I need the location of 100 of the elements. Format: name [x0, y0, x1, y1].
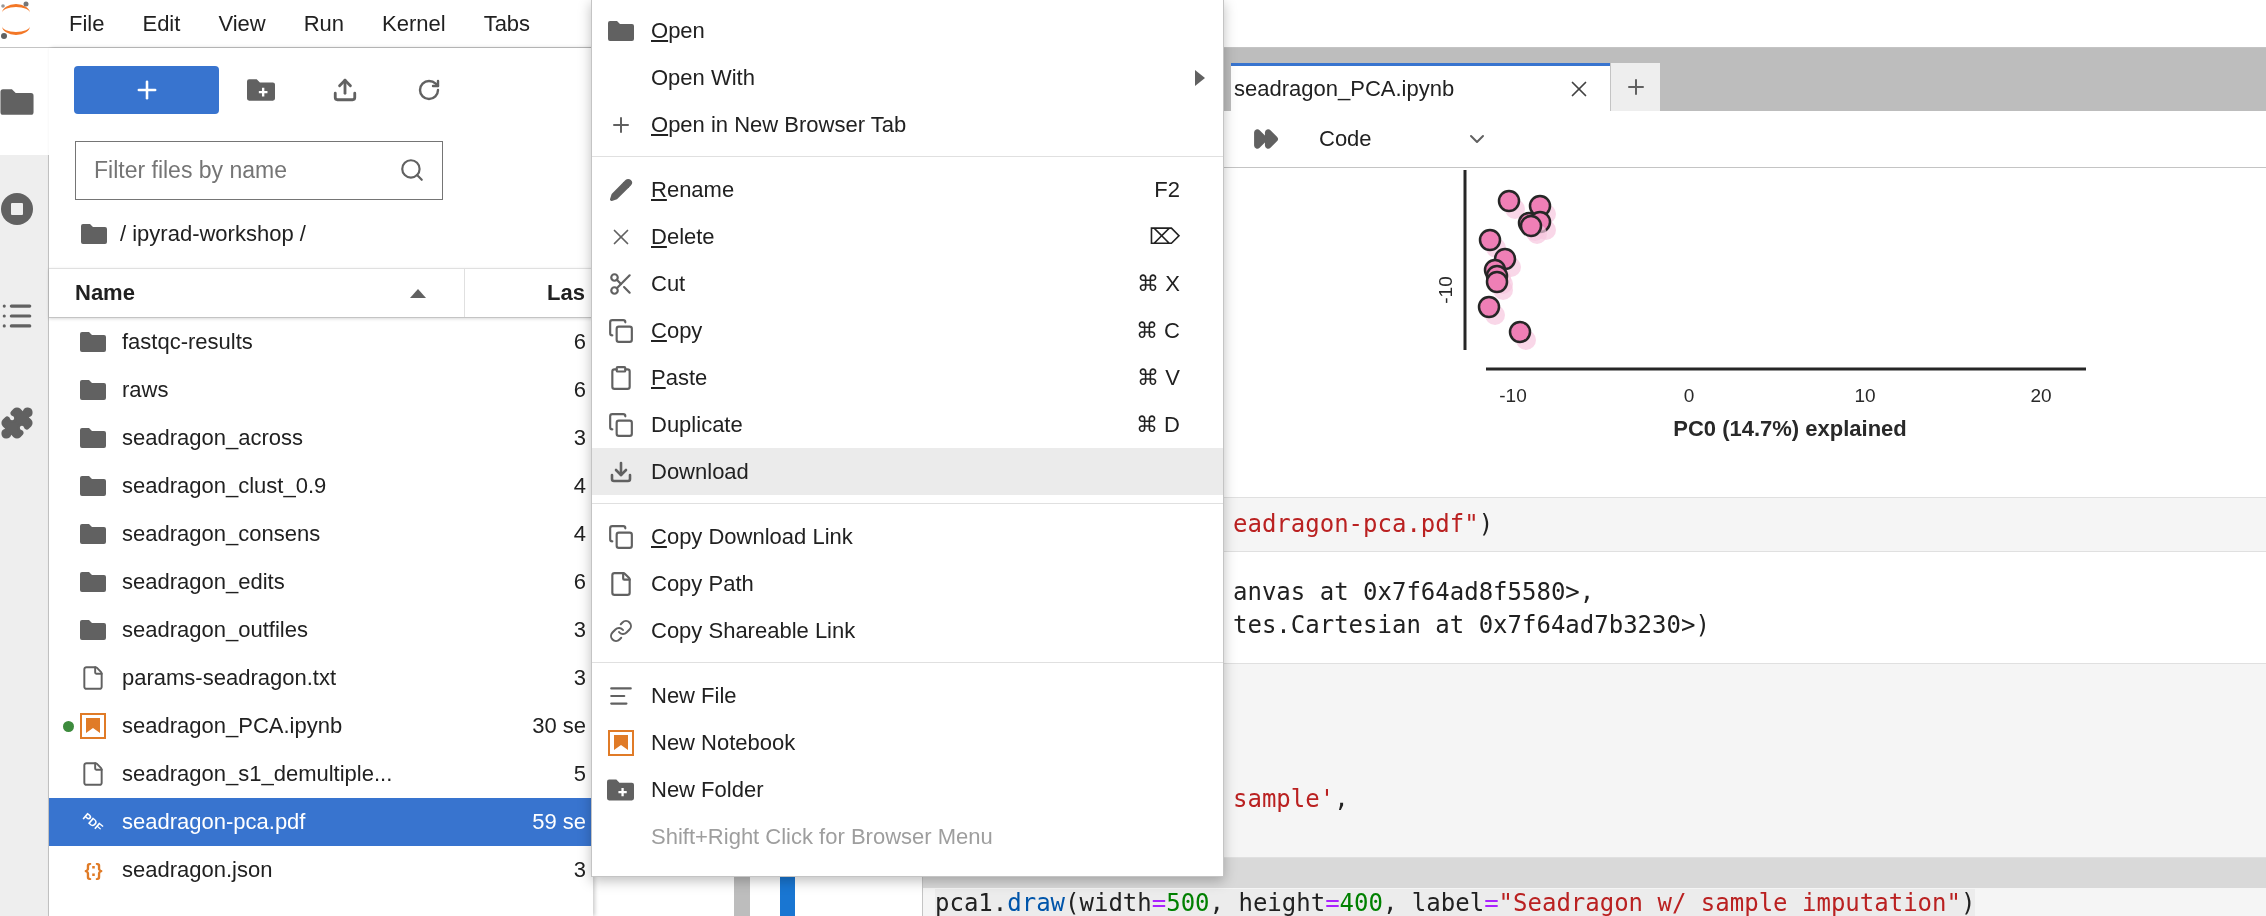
modified-time: 6 — [572, 329, 587, 355]
copy-icon — [607, 411, 634, 438]
link-icon — [608, 618, 633, 643]
column-header[interactable]: Name — [49, 269, 465, 317]
output-line: tes.Cartesian at 0x7f64ad7b3230>) — [1233, 610, 1711, 641]
file-row[interactable]: seadragon_consens 4 — [49, 510, 593, 558]
modified-time: 6 — [572, 377, 587, 403]
menu-item[interactable]: Open — [592, 7, 1223, 54]
file-row[interactable]: seadragon_PCA.ipynb 30 se — [49, 702, 593, 750]
file-row[interactable]: raws 6 — [49, 366, 593, 414]
copy-icon — [607, 523, 634, 550]
file-row[interactable]: seadragon_s1_demultiple... 5 — [49, 750, 593, 798]
search-icon — [399, 157, 425, 183]
folder-icon — [80, 331, 106, 353]
upload-icon — [332, 77, 358, 103]
folder-icon — [80, 427, 106, 449]
file-row[interactable]: PDF seadragon-pca.pdf 59 se — [49, 798, 593, 846]
menu-item[interactable]: Paste ⌘ V — [592, 354, 1223, 401]
shortcut-label: ⌦ — [1149, 223, 1180, 250]
shortcut-label: ⌘ D — [1136, 411, 1180, 438]
cell-type-dropdown[interactable]: Code — [1319, 126, 1489, 152]
menu-item[interactable]: New Folder — [592, 766, 1223, 813]
modified-time: 4 — [572, 521, 587, 547]
folder-icon — [607, 19, 634, 42]
modified-time: 3 — [572, 425, 587, 451]
shortcut-label: ⌘ V — [1137, 364, 1180, 391]
shortcut-label: ⌘ C — [1136, 317, 1180, 344]
menu-item[interactable]: Cut ⌘ X — [592, 260, 1223, 307]
code-line: eadragon-pca.pdf") — [1233, 509, 1495, 540]
column-header[interactable]: Las — [465, 269, 593, 317]
file-row[interactable]: seadragon_across 3 — [49, 414, 593, 462]
axis-tick-label: 20 — [2030, 385, 2052, 406]
file-icon — [80, 664, 106, 692]
logo-icon[interactable] — [0, 0, 32, 40]
download-icon — [608, 459, 633, 484]
menu-item[interactable]: Copy Shareable Link — [592, 607, 1223, 654]
menu-bar-item[interactable]: Kernel — [363, 10, 465, 37]
menu-item[interactable]: Open in New Browser Tab — [592, 101, 1223, 148]
modified-time: 4 — [572, 473, 587, 499]
shortcut-label: ⌘ X — [1137, 270, 1180, 297]
axis-tick-label: 0 — [1683, 385, 1695, 406]
modified-time: 59 se — [531, 809, 587, 835]
folder-icon — [81, 223, 107, 245]
menu-item[interactable]: Copy ⌘ C — [592, 307, 1223, 354]
refresh-icon — [417, 78, 441, 102]
file-row[interactable]: params-seadragon.txt 3 — [49, 654, 593, 702]
menu-item[interactable]: Copy Path — [592, 560, 1223, 607]
folder-icon — [80, 571, 106, 593]
scissors-icon — [607, 270, 634, 297]
folder-icon — [80, 523, 106, 545]
menu-item[interactable]: New File — [592, 672, 1223, 719]
modified-time: 3 — [572, 617, 587, 643]
modified-time: 3 — [572, 665, 587, 691]
pencil-icon — [608, 177, 633, 202]
menu-bar-item[interactable]: File — [50, 10, 124, 37]
new-tab-button[interactable] — [1610, 63, 1660, 111]
menu-item[interactable]: Rename F2 — [592, 166, 1223, 213]
folder-icon — [80, 475, 106, 497]
axis-tick-label: -10 — [1499, 385, 1527, 406]
menu-item[interactable]: Copy Download Link — [592, 513, 1223, 560]
menu-bar-item[interactable]: Run — [284, 10, 364, 37]
menu-bar-item[interactable]: Tabs — [464, 10, 550, 37]
new-folder-icon — [607, 777, 634, 802]
file-row[interactable]: fastqc-results 6 — [49, 318, 593, 366]
folder-icon — [80, 619, 106, 641]
menu-item[interactable]: Delete ⌦ — [592, 213, 1223, 260]
notebook-tab[interactable]: seadragon_PCA.ipynb — [1231, 63, 1610, 111]
pdf-icon: PDF — [80, 810, 106, 834]
menu-bar-item[interactable]: View — [199, 10, 285, 37]
code-line: sample', — [1233, 784, 1350, 815]
menu-item[interactable]: Open With — [592, 54, 1223, 101]
axis-tick-label: -10 — [1435, 276, 1456, 304]
file-row[interactable]: seadragon_clust_0.9 4 — [49, 462, 593, 510]
folder-icon — [0, 87, 34, 116]
run-all-icon[interactable] — [1253, 126, 1279, 152]
file-row[interactable]: {:} seadragon.json 3 — [49, 846, 593, 894]
shortcut-label: F2 — [1154, 176, 1180, 203]
json-icon: {:} — [84, 859, 102, 881]
stop-icon — [0, 191, 34, 226]
modified-time: 6 — [572, 569, 587, 595]
menu-item[interactable]: Download — [592, 448, 1223, 495]
modified-time: 5 — [572, 761, 587, 787]
modified-time: 30 se — [531, 713, 587, 739]
notebook-icon — [607, 729, 634, 756]
file-row[interactable]: seadragon_edits 6 — [49, 558, 593, 606]
breadcrumb-path[interactable]: / ipyrad-workshop / — [120, 221, 306, 247]
menu-item[interactable]: Duplicate ⌘ D — [592, 401, 1223, 448]
new-folder-icon — [247, 78, 275, 102]
modified-time: 3 — [572, 857, 587, 883]
menu-item[interactable]: New Notebook — [592, 719, 1223, 766]
axis-title: PC0 (14.7%) explained — [1673, 416, 1907, 441]
file-row[interactable]: seadragon_outfiles 3 — [49, 606, 593, 654]
notebook-icon — [80, 713, 106, 739]
filter-field[interactable]: Filter files by name — [75, 141, 443, 200]
copy-icon — [607, 317, 634, 344]
menu-bar-item[interactable]: Edit — [123, 10, 200, 37]
sidebar-tab[interactable] — [0, 48, 49, 155]
puzzle-icon — [0, 405, 34, 440]
axis-tick-label: 10 — [1854, 385, 1876, 406]
file-icon — [80, 760, 106, 788]
